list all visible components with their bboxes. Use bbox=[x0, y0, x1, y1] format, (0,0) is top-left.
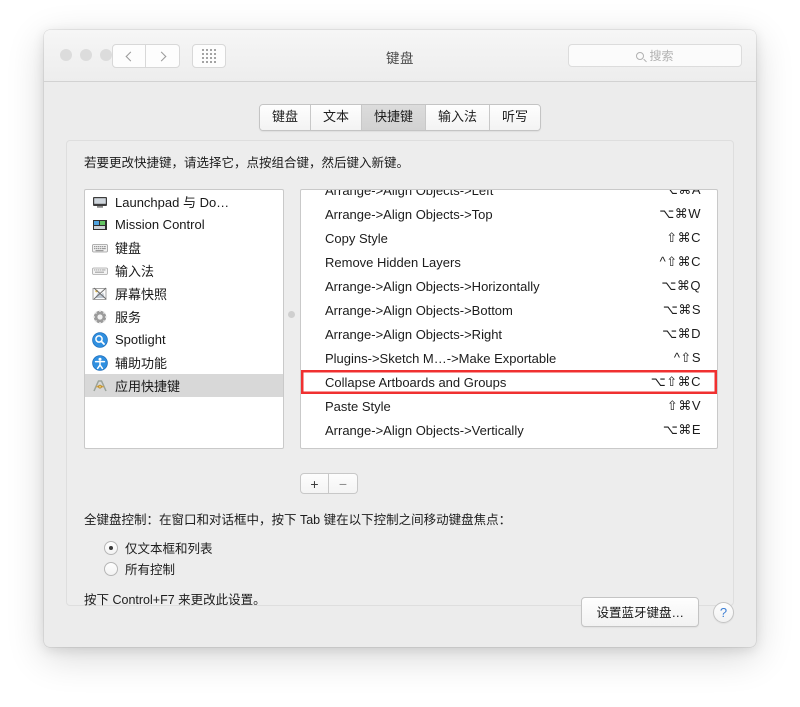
shortcut-keys: ^⇧⌘C bbox=[659, 254, 701, 269]
keyboard-icon bbox=[92, 240, 108, 256]
shortcut-keys: ⌥⇧⌘C bbox=[650, 374, 701, 389]
tab-0[interactable]: 键盘 bbox=[259, 105, 311, 130]
sidebar-item-2[interactable]: 键盘 bbox=[85, 236, 283, 259]
shortcut-name: Paste Style bbox=[325, 398, 391, 414]
shortcut-keys: ⌥⌘S bbox=[662, 302, 701, 317]
add-shortcut-button[interactable]: + bbox=[300, 473, 329, 494]
shortcut-name: Copy Style bbox=[325, 230, 388, 246]
search-field[interactable]: 搜索 bbox=[568, 44, 742, 67]
window-titlebar: 键盘 搜索 bbox=[44, 30, 756, 82]
shortcut-panes: Launchpad 与 Do… Mission Control 键盘输入法屏幕快照服… bbox=[84, 189, 718, 449]
shortcut-row-highlighted[interactable]: Collapse Artboards and Groups ⌥⇧⌘C bbox=[301, 370, 717, 394]
help-button[interactable]: ? bbox=[713, 601, 734, 623]
setup-bluetooth-keyboard-button[interactable]: 设置蓝牙键盘… bbox=[581, 597, 699, 627]
shortcut-name: Arrange->Align Objects->Bottom bbox=[325, 302, 513, 318]
shortcut-list-scrollbar[interactable] bbox=[710, 191, 716, 447]
radio-label: 所有控制 bbox=[125, 563, 176, 577]
sidebar-item-label: 应用快捷键 bbox=[115, 379, 181, 394]
shortcut-keys: ⌥⌘A bbox=[662, 189, 701, 197]
full-keyboard-access-section: 全键盘控制：在窗口和对话框中，按下 Tab 键在以下控制之间移动键盘焦点： 仅文… bbox=[84, 509, 511, 608]
tab-2[interactable]: 快捷键 bbox=[361, 105, 426, 130]
shortcut-name: Collapse Artboards and Groups bbox=[325, 374, 507, 390]
shortcut-row[interactable]: Arrange->Align Objects->Right ⌥⌘D bbox=[301, 322, 717, 346]
accessibility-icon bbox=[92, 354, 108, 371]
full-keyboard-access-radios: 仅文本框和列表 所有控制 bbox=[104, 537, 511, 579]
spotlight-icon bbox=[92, 331, 108, 348]
shortcut-row[interactable]: Copy Style ⇧⌘C bbox=[301, 226, 717, 250]
radio-indicator[interactable] bbox=[104, 540, 118, 555]
list-edit-buttons: + − bbox=[300, 473, 358, 494]
shortcut-row[interactable]: Arrange->Align Objects->Top ⌥⌘W bbox=[301, 202, 717, 226]
shortcut-name: Plugins->Sketch M…->Make Exportable bbox=[325, 350, 557, 366]
shortcut-row[interactable]: Remove Hidden Layers ^⇧⌘C bbox=[301, 250, 717, 274]
shortcut-name: Arrange->Align Objects->Top bbox=[325, 206, 493, 222]
sidebar-item-label: 服务 bbox=[115, 310, 142, 325]
sidebar-item-label: Launchpad 与 Do… bbox=[115, 195, 230, 210]
sidebar-item-label: Spotlight bbox=[115, 332, 166, 347]
shortcut-name: Arrange->Align Objects->Horizontally bbox=[325, 278, 540, 294]
sidebar-item-label: 屏幕快照 bbox=[115, 287, 168, 302]
display-icon bbox=[92, 194, 108, 210]
shortcut-keys: ⌥⌘Q bbox=[661, 278, 701, 293]
sidebar-item-label: Mission Control bbox=[115, 217, 205, 232]
gear-icon bbox=[92, 309, 108, 325]
sidebar-item-4[interactable]: 屏幕快照 bbox=[85, 282, 283, 305]
full-keyboard-access-description: 全键盘控制：在窗口和对话框中，按下 Tab 键在以下控制之间移动键盘焦点： bbox=[84, 513, 512, 527]
shortcut-name: Arrange->Align Objects->Vertically bbox=[325, 422, 524, 438]
shortcut-keys: ⇧⌘V bbox=[666, 398, 701, 413]
shortcut-keys: ⌥⌘E bbox=[662, 422, 701, 437]
sidebar-item-0[interactable]: Launchpad 与 Do… bbox=[85, 190, 283, 213]
full-keyboard-access-note: 按下 Control+F7 来更改此设置。 bbox=[84, 593, 266, 607]
sidebar-item-label: 输入法 bbox=[115, 264, 155, 279]
shortcut-keys: ⇧⌘C bbox=[666, 230, 701, 245]
radio-label: 仅文本框和列表 bbox=[125, 542, 213, 556]
sidebar-item-label: 键盘 bbox=[115, 241, 142, 256]
sidebar-item-6[interactable]: Spotlight bbox=[85, 328, 283, 351]
shortcut-row[interactable]: Paste Style ⇧⌘V bbox=[301, 394, 717, 418]
sidebar-item-5[interactable]: 服务 bbox=[85, 305, 283, 328]
panel-hint: 若要更改快捷键，请选择它，点按组合键，然后键入新键。 bbox=[84, 156, 410, 170]
shortcut-row[interactable]: Arrange->Align Objects->Horizontally ⌥⌘Q bbox=[301, 274, 717, 298]
window-footer: 设置蓝牙键盘… ? bbox=[581, 597, 734, 627]
shortcut-name: Arrange->Align Objects->Left bbox=[325, 189, 494, 198]
shortcut-list[interactable]: Arrange->Align Objects->Left ⌥⌘A Arrange->… bbox=[300, 189, 718, 449]
tab-4[interactable]: 听写 bbox=[490, 105, 541, 130]
category-sidebar[interactable]: Launchpad 与 Do… Mission Control 键盘输入法屏幕快照服… bbox=[84, 189, 284, 449]
search-icon bbox=[636, 51, 645, 60]
app-shortcuts-icon bbox=[92, 378, 108, 394]
sidebar-item-8[interactable]: 应用快捷键 bbox=[85, 374, 283, 397]
shortcut-row[interactable]: Arrange->Align Objects->Bottom ⌥⌘S bbox=[301, 298, 717, 322]
tab-3[interactable]: 输入法 bbox=[426, 105, 491, 130]
screenshot-icon bbox=[92, 286, 108, 302]
shortcut-keys: ⌥⌘D bbox=[662, 326, 701, 341]
sidebar-item-3[interactable]: 输入法 bbox=[85, 259, 283, 282]
tab-1[interactable]: 文本 bbox=[310, 105, 362, 130]
search-placeholder: 搜索 bbox=[649, 49, 674, 63]
remove-shortcut-button[interactable]: − bbox=[329, 473, 358, 494]
shortcut-name: Arrange->Align Objects->Right bbox=[325, 326, 503, 342]
shortcut-row[interactable]: Plugins->Sketch M…->Make Exportable ^⇧S bbox=[301, 346, 717, 370]
fka-radio-0[interactable]: 仅文本框和列表 bbox=[104, 537, 511, 558]
fka-radio-1[interactable]: 所有控制 bbox=[104, 558, 511, 579]
radio-indicator[interactable] bbox=[104, 561, 118, 576]
input-sources-icon bbox=[92, 263, 108, 279]
shortcut-row[interactable]: Arrange->Align Objects->Vertically ⌥⌘E bbox=[301, 418, 717, 442]
pane-resize-knob[interactable] bbox=[288, 311, 295, 318]
sidebar-item-1[interactable]: Mission Control bbox=[85, 213, 283, 236]
tab-group: 键盘 文本 快捷键 输入法 听写 bbox=[258, 104, 542, 131]
shortcut-keys: ^⇧S bbox=[673, 350, 701, 365]
shortcut-keys: ⌥⌘W bbox=[659, 206, 701, 221]
preferences-window: 键盘 搜索 键盘 文本 快捷键 输入法 听写 若要更改快捷键，请选择它，点按组合键，然后… bbox=[44, 30, 756, 647]
sidebar-item-7[interactable]: 辅助功能 bbox=[85, 351, 283, 374]
shortcut-row[interactable]: Arrange->Align Objects->Left ⌥⌘A bbox=[301, 189, 717, 202]
sidebar-item-label: 辅助功能 bbox=[115, 356, 168, 371]
tab-bar: 键盘 文本 快捷键 输入法 听写 bbox=[44, 82, 756, 131]
pane-gutter bbox=[284, 189, 300, 369]
shortcuts-panel: 若要更改快捷键，请选择它，点按组合键，然后键入新键。 Launchpad 与 D… bbox=[66, 140, 734, 608]
mission-control-icon bbox=[92, 217, 108, 233]
shortcut-name: Remove Hidden Layers bbox=[325, 254, 461, 270]
